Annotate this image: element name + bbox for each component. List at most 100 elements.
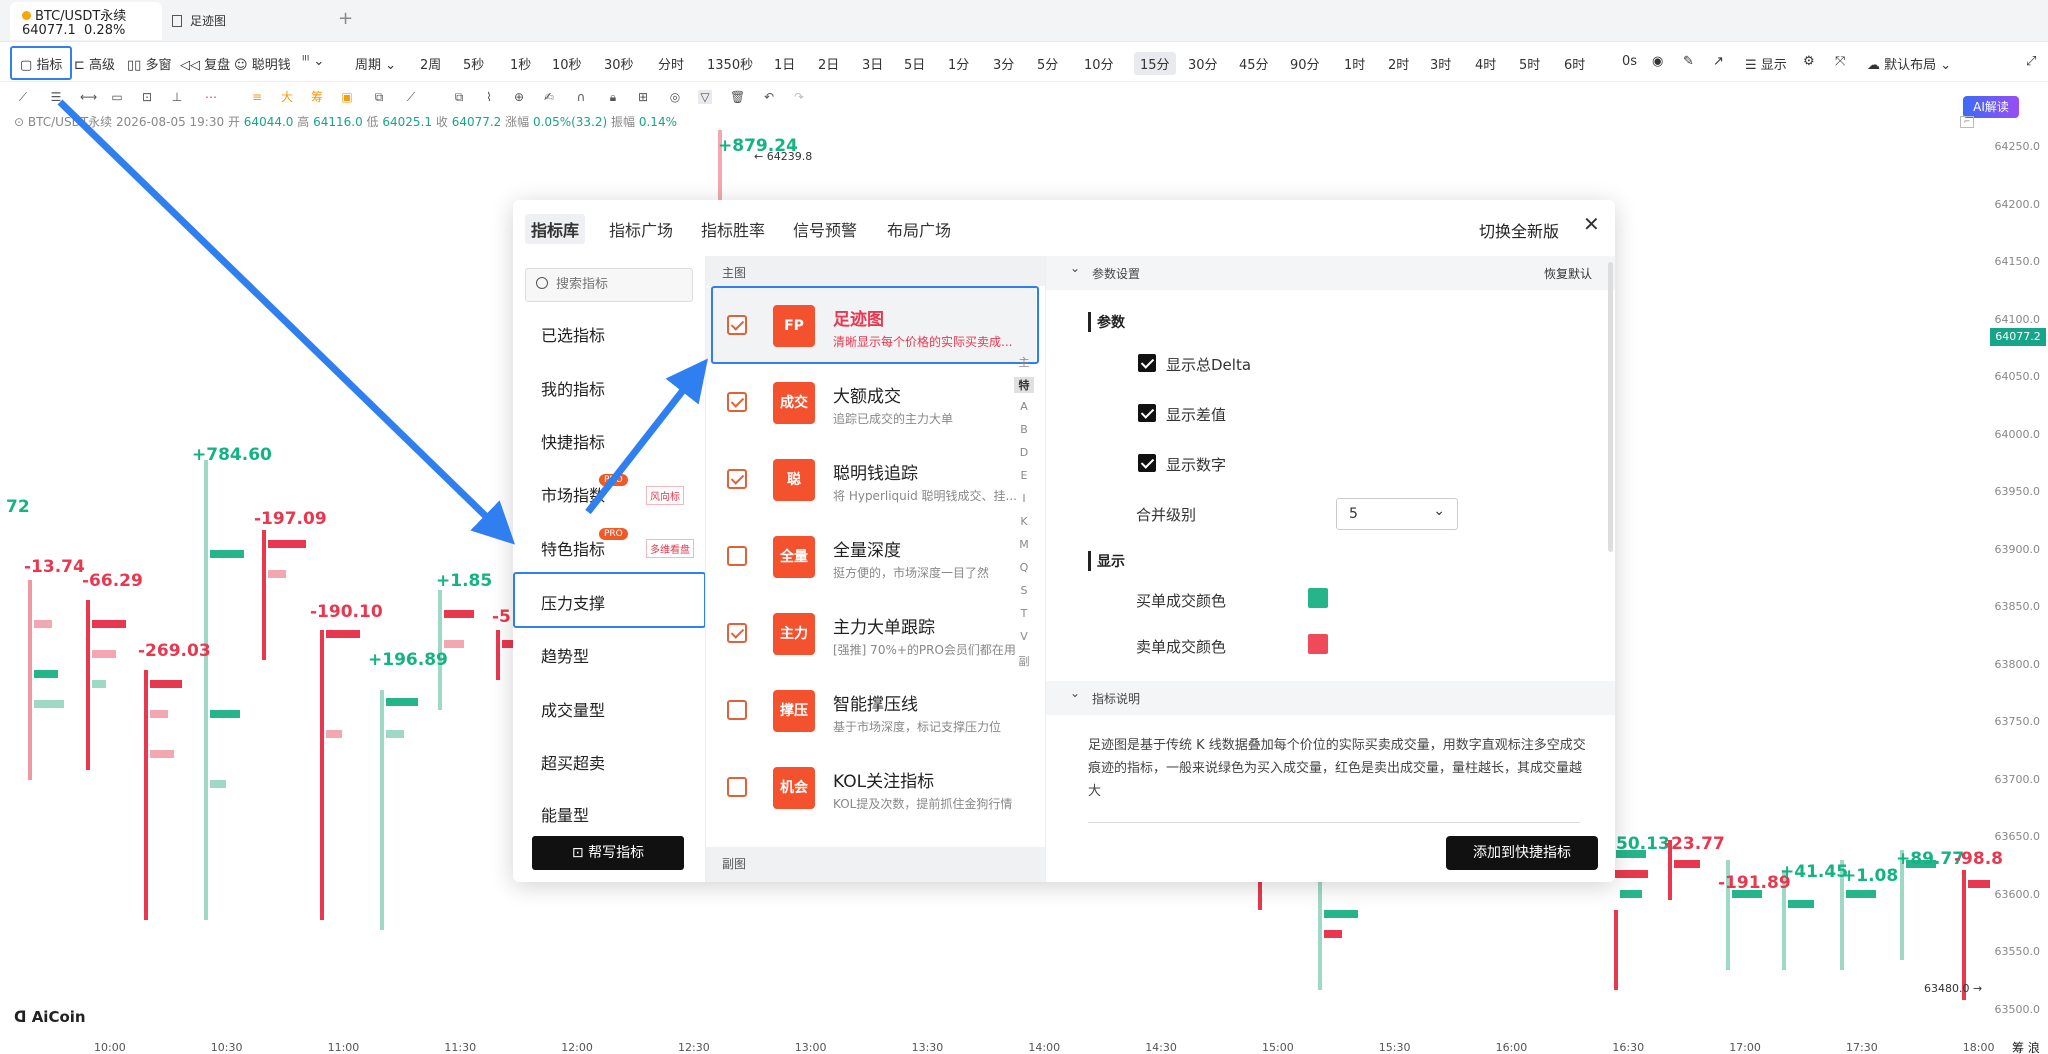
period-11[interactable]: 1分 <box>948 54 969 73</box>
ray-tool-icon[interactable]: ⋯ <box>204 90 218 104</box>
settings-scrollbar[interactable] <box>1608 262 1613 552</box>
modal-tab-library[interactable]: 指标库 <box>525 214 586 244</box>
display-button[interactable]: ☰ 显示 <box>1745 54 1787 73</box>
alpha-index-item[interactable]: D <box>1014 446 1034 459</box>
lock-tool-icon[interactable]: 🔒︎ <box>606 90 620 104</box>
search-box[interactable] <box>525 268 693 302</box>
indicator-item[interactable]: 聪 聪明钱追踪 将 Hyperliquid 聪明钱成交、挂... <box>706 441 1036 517</box>
tab-footprint[interactable]: 足迹图 <box>172 12 226 29</box>
fib-tool-icon[interactable]: ≡ <box>250 90 264 104</box>
item-checkbox[interactable] <box>727 777 747 797</box>
channel-tool-icon[interactable]: ⊡ <box>140 90 154 104</box>
wave-tool-icon[interactable]: 筹 <box>310 90 324 104</box>
buy-color-swatch[interactable] <box>1308 588 1328 608</box>
cat-quick[interactable]: 快捷指标 <box>541 429 605 453</box>
alpha-index-item[interactable]: E <box>1014 469 1034 482</box>
item-checkbox[interactable] <box>727 392 747 412</box>
indicator-item[interactable]: 全量 全量深度 挺方便的，市场深度一目了然 <box>706 518 1036 594</box>
period-13[interactable]: 5分 <box>1037 54 1058 73</box>
close-icon[interactable]: ✕ <box>1583 212 1600 236</box>
desc-section-header[interactable]: 指标说明 <box>1046 681 1615 715</box>
search-input[interactable] <box>556 277 686 292</box>
period-24[interactable]: 6时 <box>1564 54 1585 73</box>
brush-tool-icon[interactable]: ✍ <box>542 90 556 104</box>
modal-tab-winrate[interactable]: 指标胜率 <box>701 217 765 241</box>
period-16[interactable]: 30分 <box>1188 54 1218 73</box>
period-1[interactable]: 5秒 <box>463 54 484 73</box>
item-checkbox[interactable] <box>727 546 747 566</box>
ruler-tool-icon[interactable]: ⌇ <box>482 90 496 104</box>
pencil-icon[interactable]: ✎ <box>1683 54 1694 69</box>
fullscreen-icon[interactable]: ⤧ <box>1835 54 1845 69</box>
menu-tool-icon[interactable]: ☰ <box>49 90 63 104</box>
period-8[interactable]: 2日 <box>818 54 839 73</box>
image-tool-icon[interactable]: ▣ <box>340 90 354 104</box>
chart-type-icon[interactable]: ᴵᴵᴵ ⌄ <box>302 54 324 69</box>
cat-pressure[interactable]: 压力支撑 <box>541 590 605 614</box>
cat-energy[interactable]: 能量型 <box>541 802 589 826</box>
cat-trend[interactable]: 趋势型 <box>541 643 589 667</box>
alpha-index-item[interactable]: V <box>1014 630 1034 643</box>
period-7[interactable]: 1日 <box>774 54 795 73</box>
chart-corner-icon[interactable]: ⌐ <box>1960 116 1974 128</box>
period-15[interactable]: 15分 <box>1134 52 1176 75</box>
camera-icon[interactable]: ◉ <box>1652 54 1663 69</box>
cat-special[interactable]: 特色指标 <box>541 536 605 560</box>
alpha-index-item[interactable]: A <box>1014 400 1034 413</box>
period-22[interactable]: 4时 <box>1475 54 1496 73</box>
modal-tab-plaza[interactable]: 指标广场 <box>609 217 673 241</box>
alpha-index-item[interactable]: S <box>1014 584 1034 597</box>
multi-window-button[interactable]: ▯▯ 多窗 <box>127 54 171 73</box>
alpha-index-item[interactable]: M <box>1014 538 1034 551</box>
alpha-index-item[interactable]: Q <box>1014 561 1034 574</box>
period-5[interactable]: 分时 <box>658 54 684 73</box>
cat-selected[interactable]: 已选指标 <box>541 322 605 346</box>
axis-extra[interactable]: 筹 浪 <box>2012 1039 2040 1054</box>
magnet-tool-icon[interactable]: ∩ <box>574 90 588 104</box>
settings-icon[interactable]: ⚙ <box>1803 54 1815 69</box>
item-checkbox[interactable] <box>727 469 747 489</box>
period-18[interactable]: 90分 <box>1290 54 1320 73</box>
reset-default-button[interactable]: 恢复默认 <box>1544 265 1592 282</box>
show-delta-checkbox[interactable] <box>1138 354 1156 372</box>
cat-overbought[interactable]: 超买超卖 <box>541 750 605 774</box>
add-tab-button[interactable]: + <box>338 8 353 29</box>
period-21[interactable]: 3时 <box>1430 54 1451 73</box>
cat-volume[interactable]: 成交量型 <box>541 697 605 721</box>
show-number-checkbox[interactable] <box>1138 454 1156 472</box>
help-write-button[interactable]: ⊡ 帮写指标 <box>532 836 684 870</box>
sell-color-swatch[interactable] <box>1308 634 1328 654</box>
period-6[interactable]: 1350秒 <box>707 54 753 73</box>
line-tool-icon[interactable]: ⟋ <box>16 90 30 104</box>
smart-money-button[interactable]: ☺ 聪明钱 <box>234 54 291 73</box>
copy-tool-icon[interactable]: ⧉ <box>452 90 466 104</box>
measure-tool-icon[interactable]: ⟋ <box>404 90 418 104</box>
merge-level-select[interactable]: 5 <box>1336 498 1458 530</box>
period-4[interactable]: 30秒 <box>604 54 634 73</box>
alpha-index-item[interactable]: 副 <box>1014 653 1034 669</box>
period-23[interactable]: 5时 <box>1519 54 1540 73</box>
redo-icon[interactable]: ↷ <box>792 90 806 104</box>
alpha-index-item[interactable]: K <box>1014 515 1034 528</box>
alpha-index-item[interactable]: 主 <box>1014 354 1034 370</box>
layout-dropdown[interactable]: ☁ 默认布局 ⌄ <box>1867 54 1951 73</box>
indicator-item[interactable]: 撑压 智能撑压线 基于市场深度，标记支撑压力位 <box>706 672 1036 748</box>
period-2[interactable]: 1秒 <box>510 54 531 73</box>
rect-tool-icon[interactable]: ▭ <box>110 90 124 104</box>
period-12[interactable]: 3分 <box>993 54 1014 73</box>
cat-mine[interactable]: 我的指标 <box>541 376 605 400</box>
filter-tool-icon[interactable]: ▽ <box>698 90 712 104</box>
alpha-index-item[interactable]: B <box>1014 423 1034 436</box>
item-checkbox[interactable] <box>727 623 747 643</box>
ai-interpret-button[interactable]: AI解读 <box>1963 96 2019 118</box>
undo-icon[interactable]: ↶ <box>762 90 776 104</box>
period-14[interactable]: 10分 <box>1084 54 1114 73</box>
trash-tool-icon[interactable]: 🗑︎ <box>730 90 745 104</box>
cat-market[interactable]: 市场指数 <box>541 482 605 506</box>
period-10[interactable]: 5日 <box>904 54 925 73</box>
indicator-item[interactable]: 机会 KOL关注指标 KOL提及次数，提前抓住金狗行情 <box>706 749 1036 825</box>
share-icon[interactable]: ↗ <box>1713 54 1724 69</box>
vline-tool-icon[interactable]: ⊥ <box>170 90 184 104</box>
text-tool-icon[interactable]: 大 <box>280 90 294 104</box>
zoom-tool-icon[interactable]: ⊕ <box>512 90 526 104</box>
